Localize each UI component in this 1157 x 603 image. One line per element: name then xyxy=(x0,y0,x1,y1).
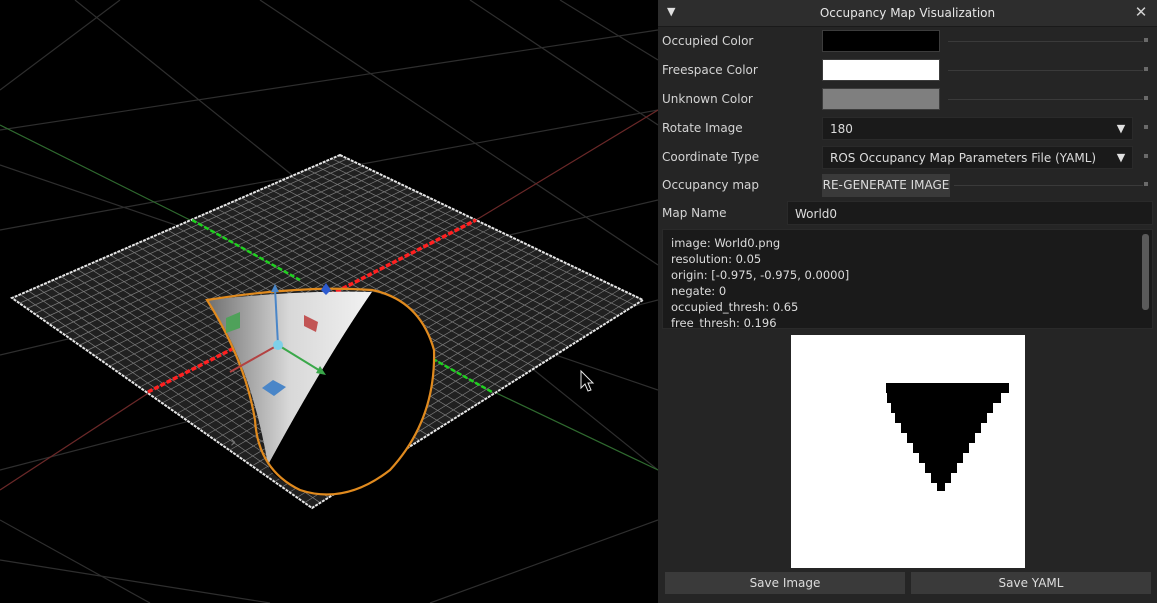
world-axis-z xyxy=(0,124,191,221)
yaml-line: image: World0.png xyxy=(671,236,781,250)
map-preview-image xyxy=(886,383,1009,491)
map-name-label: Map Name xyxy=(662,206,727,220)
yaml-line: negate: 0 xyxy=(671,284,727,298)
row-handle-icon xyxy=(1144,125,1148,129)
yaml-line: origin: [-0.975, -0.975, 0.0000] xyxy=(671,268,850,282)
occupied-color-label: Occupied Color xyxy=(662,34,754,48)
occupied-region xyxy=(886,383,1009,491)
chevron-down-icon[interactable]: ▼ xyxy=(1110,147,1132,168)
viewport[interactable]: › xyxy=(0,0,658,603)
freespace-color-row: Freespace Color xyxy=(658,57,1157,83)
map-name-value: World0 xyxy=(795,207,838,221)
save-yaml-button[interactable]: Save YAML xyxy=(911,572,1151,594)
close-icon[interactable]: ✕ xyxy=(1133,3,1149,21)
freespace-color-swatch[interactable] xyxy=(822,59,940,81)
chevron-down-icon[interactable]: ▼ xyxy=(1110,118,1132,139)
yaml-scrollbar[interactable] xyxy=(1142,234,1149,310)
occupancy-map-row: Occupancy map RE-GENERATE IMAGE xyxy=(658,172,1157,198)
yaml-line: occupied_thresh: 0.65 xyxy=(671,300,799,314)
panel-title: Occupancy Map Visualization xyxy=(819,6,996,20)
coordinate-type-select[interactable]: ROS Occupancy Map Parameters File (YAML)… xyxy=(822,146,1133,169)
row-divider xyxy=(948,99,1143,100)
row-divider xyxy=(948,41,1143,42)
row-handle-icon xyxy=(1144,154,1148,158)
occupied-color-row: Occupied Color xyxy=(658,28,1157,54)
panel-titlebar: ▼ Occupancy Map Visualization ✕ xyxy=(658,0,1157,27)
rotate-image-row: Rotate Image 180 ▼ xyxy=(658,115,1157,141)
coordinate-type-label: Coordinate Type xyxy=(662,150,760,164)
map-name-row: Map Name World0 xyxy=(658,200,1157,226)
rotate-image-select[interactable]: 180 ▼ xyxy=(822,117,1133,140)
yaml-line: resolution: 0.05 xyxy=(671,252,762,266)
row-handle-icon xyxy=(1144,67,1148,71)
row-handle-icon xyxy=(1144,182,1148,186)
coordinate-type-value: ROS Occupancy Map Parameters File (YAML) xyxy=(830,151,1097,165)
regenerate-image-button[interactable]: RE-GENERATE IMAGE xyxy=(822,174,950,197)
yaml-line: free_thresh: 0.196 xyxy=(671,316,777,329)
yaml-lines: image: World0.png resolution: 0.05 origi… xyxy=(671,235,850,329)
freespace-color-label: Freespace Color xyxy=(662,63,758,77)
unknown-color-swatch[interactable] xyxy=(822,88,940,110)
occupied-color-swatch[interactable] xyxy=(822,30,940,52)
world-axis-x-far xyxy=(0,391,151,491)
rotate-image-label: Rotate Image xyxy=(662,121,743,135)
row-handle-icon xyxy=(1144,38,1148,42)
map-name-input[interactable]: World0 xyxy=(787,201,1153,225)
occupancy-map-panel: ▼ Occupancy Map Visualization ✕ Occupied… xyxy=(658,0,1157,603)
row-handle-icon xyxy=(1144,96,1148,100)
coordinate-type-row: Coordinate Type ROS Occupancy Map Parame… xyxy=(658,144,1157,170)
unknown-color-row: Unknown Color xyxy=(658,86,1157,112)
occupancy-map-preview xyxy=(791,335,1025,568)
mouse-cursor-icon xyxy=(580,369,595,392)
row-divider xyxy=(954,185,1143,186)
yaml-textbox[interactable]: image: World0.png resolution: 0.05 origi… xyxy=(662,229,1153,329)
chevron-right-icon[interactable]: › xyxy=(230,432,236,451)
rotate-image-value: 180 xyxy=(830,122,853,136)
save-image-button[interactable]: Save Image xyxy=(665,572,905,594)
unknown-color-label: Unknown Color xyxy=(662,92,753,106)
scene-canvas[interactable]: › xyxy=(0,0,658,603)
occupancy-map-label: Occupancy map xyxy=(662,178,759,192)
row-divider xyxy=(948,70,1143,71)
